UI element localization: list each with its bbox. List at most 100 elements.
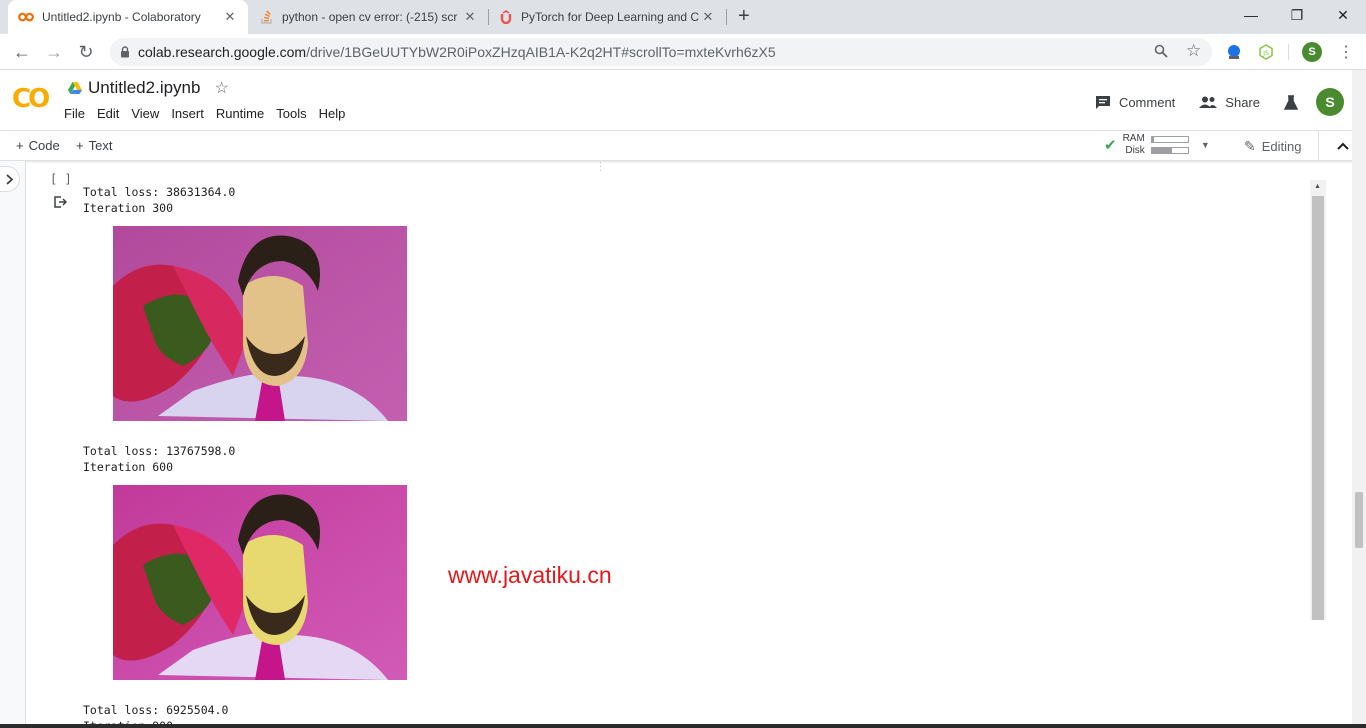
chevron-up-icon xyxy=(1336,142,1349,150)
close-tab-icon[interactable]: ✕ xyxy=(222,9,238,25)
output-iteration-text: Iteration 300 xyxy=(83,201,174,215)
page-scrollbar-thumb[interactable] xyxy=(1355,492,1363,548)
udemy-icon xyxy=(500,10,512,24)
add-text-label: Text xyxy=(88,138,113,153)
notebook-title[interactable]: Untitled2.ipynb xyxy=(88,78,200,98)
output-loss-text: Total loss: 6925504.0 xyxy=(83,703,229,717)
restore-button[interactable]: ❐ xyxy=(1274,0,1320,30)
ram-usage-bar xyxy=(1150,136,1189,143)
address-bar[interactable]: colab.research.google.com/drive/1BGeUUTY… xyxy=(110,38,1212,66)
styled-output-image xyxy=(113,226,407,421)
new-tab-button[interactable]: + xyxy=(738,5,750,28)
disk-usage-bar xyxy=(1150,147,1189,154)
url-text: colab.research.google.com/drive/1BGeUUTY… xyxy=(138,44,776,60)
cell-drag-handle[interactable]: · · · xyxy=(599,159,602,175)
output-loss-text: Total loss: 13767598.0 xyxy=(83,444,236,458)
svg-text:JS: JS xyxy=(1262,50,1269,57)
reload-icon[interactable]: ↻ xyxy=(72,38,100,66)
menu-file[interactable]: File xyxy=(64,106,85,121)
toolbar-divider xyxy=(1288,44,1289,60)
disk-label: Disk xyxy=(1125,145,1145,156)
browser-menu-icon[interactable]: ⋮ xyxy=(1332,38,1360,66)
tab-stackoverflow[interactable]: python - open cv error: (-215) scr ✕ xyxy=(250,0,488,34)
menu-edit[interactable]: Edit xyxy=(97,106,119,121)
url-path: /drive/1BGeUUTYbW2R0iPoxZHzqAIB1A-K2q2HT… xyxy=(306,44,776,60)
chevron-right-icon xyxy=(6,173,13,185)
user-avatar[interactable]: S xyxy=(1316,88,1344,116)
output-loss-text: Total loss: 38631364.0 xyxy=(83,185,236,199)
star-notebook-icon[interactable]: ☆ xyxy=(214,78,228,98)
minimize-button[interactable]: — xyxy=(1228,0,1274,30)
plus-icon: + xyxy=(16,138,24,153)
menu-view[interactable]: View xyxy=(131,106,159,121)
cell-toolbar: + Code + Text ✔ RAM Disk ▼ ✎ Editing xyxy=(0,130,1366,161)
browser-toolbar: ← → ↻ colab.research.google.com/drive/1B… xyxy=(0,34,1366,70)
menu-help[interactable]: Help xyxy=(319,106,346,121)
notebook-title-row: Untitled2.ipynb ☆ xyxy=(68,78,229,98)
taskbar-edge xyxy=(0,724,1366,728)
browser-profile-avatar[interactable]: S xyxy=(1302,42,1322,62)
forward-arrow-icon[interactable]: → xyxy=(40,38,68,66)
close-tab-icon[interactable]: ✕ xyxy=(462,9,478,25)
tab-udemy[interactable]: PyTorch for Deep Learning and C ✕ xyxy=(489,0,726,34)
tab-title: PyTorch for Deep Learning and C xyxy=(521,10,700,24)
people-icon xyxy=(1199,96,1218,108)
ram-usage-fill xyxy=(1151,137,1154,142)
resource-labels: RAM Disk xyxy=(1123,133,1145,157)
output-scrollbar[interactable]: ▲ xyxy=(1310,180,1326,620)
editing-mode-button[interactable]: ✎ Editing xyxy=(1244,138,1301,155)
menu-tools[interactable]: Tools xyxy=(276,106,306,121)
ram-label: RAM xyxy=(1122,133,1145,144)
pencil-icon: ✎ xyxy=(1244,138,1256,154)
add-code-button[interactable]: + Code xyxy=(16,138,60,153)
add-text-button[interactable]: + Text xyxy=(76,138,112,153)
page-scrollbar[interactable] xyxy=(1352,70,1366,728)
tab-title: python - open cv error: (-215) scr xyxy=(282,10,458,24)
colab-logo[interactable]: CO xyxy=(12,84,50,114)
output-scrollbar-thumb[interactable] xyxy=(1312,196,1324,620)
tab-separator xyxy=(726,9,727,25)
runtime-resources[interactable]: ✔ RAM Disk ▼ xyxy=(1104,133,1210,157)
extension-nodejs-icon[interactable]: JS xyxy=(1256,42,1276,62)
extension-blue-icon[interactable] xyxy=(1224,42,1244,62)
comment-icon xyxy=(1095,95,1110,109)
styled-output-image xyxy=(113,485,407,680)
menu-insert[interactable]: Insert xyxy=(171,106,204,121)
close-window-button[interactable]: ✕ xyxy=(1320,0,1366,30)
disk-usage-fill xyxy=(1151,148,1172,153)
add-code-label: Code xyxy=(28,138,60,153)
chevron-down-icon[interactable]: ▼ xyxy=(1201,140,1210,150)
lock-icon xyxy=(121,46,129,58)
colab-icon xyxy=(18,12,34,22)
plus-icon: + xyxy=(76,138,84,153)
zoom-search-icon[interactable] xyxy=(1154,44,1168,61)
menu-runtime[interactable]: Runtime xyxy=(216,106,264,121)
output-actions-icon[interactable] xyxy=(54,196,68,211)
run-cell-button[interactable]: [ ] xyxy=(50,172,72,186)
scroll-up-icon[interactable]: ▲ xyxy=(1314,183,1321,190)
header-actions: Comment Share S xyxy=(1071,88,1344,116)
watermark-text: www.javatiku.cn xyxy=(448,562,612,588)
labs-button[interactable] xyxy=(1284,94,1298,110)
google-drive-icon xyxy=(68,82,82,94)
tab-title: Untitled2.ipynb - Colaboratory xyxy=(42,10,201,24)
browser-tab-strip: Untitled2.ipynb - Colaboratory ✕ python … xyxy=(0,0,1366,34)
editing-label: Editing xyxy=(1261,139,1302,154)
tab-colab[interactable]: Untitled2.ipynb - Colaboratory ✕ xyxy=(8,0,248,34)
comment-label: Comment xyxy=(1118,94,1176,110)
back-arrow-icon[interactable]: ← xyxy=(8,38,36,66)
url-host: colab.research.google.com xyxy=(138,44,307,60)
stackoverflow-icon xyxy=(261,10,272,24)
menu-bar: File Edit View Insert Runtime Tools Help xyxy=(64,106,345,121)
left-side-rail xyxy=(0,161,26,728)
share-label: Share xyxy=(1225,94,1260,110)
flask-icon xyxy=(1284,94,1298,110)
resource-bars xyxy=(1150,136,1189,154)
close-tab-icon[interactable]: ✕ xyxy=(700,9,716,25)
connected-check-icon: ✔ xyxy=(1104,137,1117,154)
bookmark-star-icon[interactable]: ☆ xyxy=(1186,41,1201,61)
output-iteration-text: Iteration 600 xyxy=(83,460,174,474)
colab-header: CO Untitled2.ipynb ☆ File Edit View Inse… xyxy=(0,70,1366,130)
share-button[interactable]: Share xyxy=(1199,95,1260,110)
comment-button[interactable]: Comment xyxy=(1095,95,1175,110)
